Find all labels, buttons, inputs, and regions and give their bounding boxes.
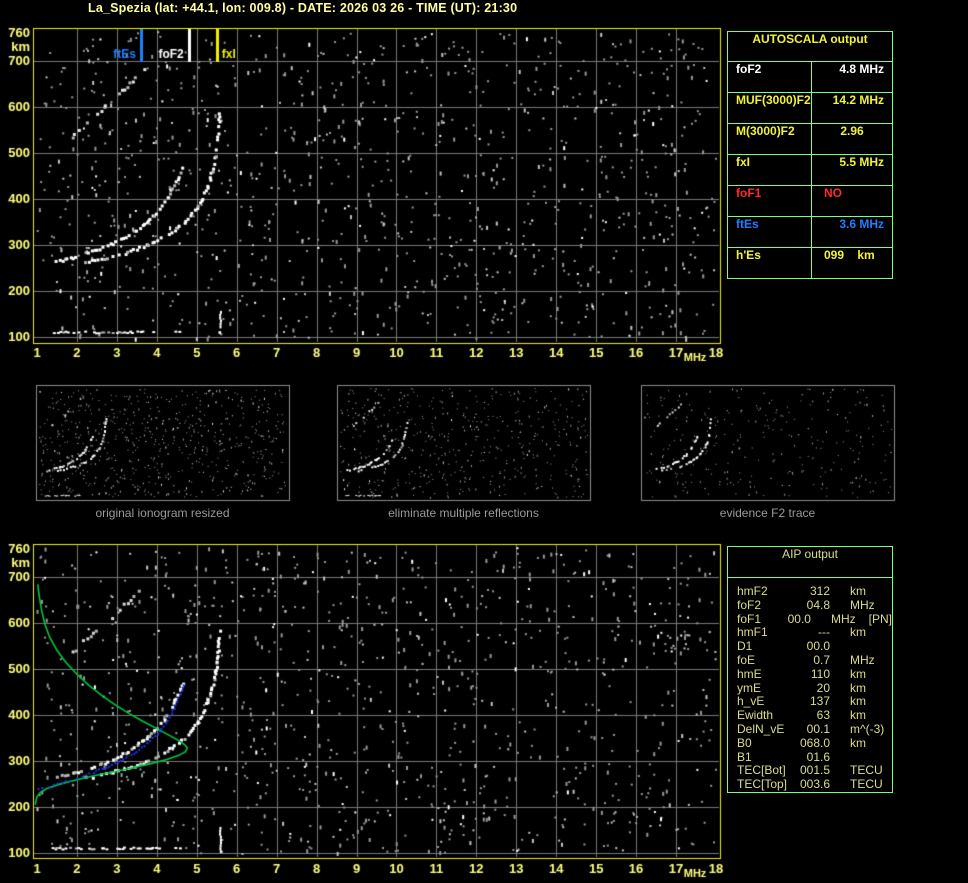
- aip-param-name: foF1: [737, 611, 762, 626]
- aip-param-value: 04.8: [806, 597, 830, 612]
- aip-param-name: hmF2: [737, 584, 768, 598]
- aip-param-unit: km: [850, 666, 866, 681]
- aip-param-value: 20: [816, 680, 830, 695]
- aip-param-name: ymE: [737, 680, 761, 695]
- aip-param-value: 00.1: [806, 721, 830, 736]
- panel-caption-original-ionogram: original ionogram resized: [95, 506, 230, 520]
- aip-param-value: 110: [810, 666, 830, 681]
- aip-row-foF1: foF1 00.0 MHz [PN]: [737, 612, 892, 626]
- aip-row-ymE: ymE 20 km: [737, 681, 892, 695]
- aip-row-TECBot: TEC[Bot] 001.5 TECU: [737, 763, 892, 777]
- aip-param-name: hmE: [737, 666, 762, 681]
- aip-row-B1: B1 01.6: [737, 750, 892, 764]
- aip-param-unit: TECU: [850, 777, 883, 792]
- aip-param-unit: km: [850, 680, 866, 695]
- autoscala-param-value: NO: [824, 186, 842, 200]
- aip-param-unit: [830, 639, 850, 653]
- aip-param-value: 068.0: [799, 735, 830, 750]
- aip-param-unit: MHz: [850, 597, 875, 612]
- aip-param-unit: km: [850, 708, 866, 723]
- autoscala-row-fxI: fxI 5.5 MHz: [728, 155, 892, 186]
- aip-param-value: 001.5: [799, 763, 830, 778]
- aip-param-name: DelN_vE: [737, 721, 785, 736]
- autoscala-param-value: 4.8 MHz: [839, 62, 884, 76]
- aip-param-unit: km: [850, 584, 866, 598]
- aip-table-title: AIP output: [728, 547, 892, 578]
- aip-param-value: 00.0: [787, 611, 811, 626]
- autoscala-row-foF1: foF1 NO: [728, 186, 892, 217]
- aip-param-unit: km: [850, 735, 866, 750]
- autoscala-row-MUF3000F2: MUF(3000)F2 14.2 MHz: [728, 93, 892, 124]
- aip-row-foE: foE 0.7 MHz: [737, 653, 892, 667]
- aip-param-name: B1: [737, 749, 752, 764]
- aip-param-unit: km: [850, 625, 866, 640]
- aip-table-rows: hmF2 312 km foF2 04.8 MHz foF1 00.0 MHz [PN] hmF1-…: [728, 578, 892, 791]
- aip-param-unit: TECU: [850, 763, 883, 778]
- aip-row-hvE: h_vE 137 km: [737, 694, 892, 708]
- aip-row-B0: B0 068.0 km: [737, 736, 892, 750]
- aip-param-name: Ewidth: [737, 708, 774, 723]
- aip-row-hmF2: hmF2 312 km: [737, 584, 892, 598]
- autoscala-param-name: MUF(3000)F2: [728, 93, 812, 123]
- aip-param-unit: m^(-3): [850, 721, 885, 736]
- autoscala-row-hEs: h'Es 099 km: [728, 248, 892, 278]
- panel-caption-eliminate-reflections: eliminate multiple reflections: [388, 506, 539, 520]
- autoscala-param-value: 14.2 MHz: [832, 93, 884, 107]
- autoscala-param-value: 3.6 MHz: [839, 217, 884, 231]
- aip-row-TECTop: TEC[Top] 003.6 TECU: [737, 777, 892, 791]
- aip-param-unit: MHz: [850, 652, 875, 667]
- autoscala-param-name: foF1: [728, 186, 812, 216]
- autoscala-param-name: fxI: [728, 155, 812, 185]
- aip-param-value: 0.7: [813, 652, 830, 667]
- autoscala-row-M3000F2: M(3000)F2 2.96: [728, 124, 892, 155]
- autoscala-param-value: 5.5 MHz: [839, 155, 884, 169]
- aip-param-name: foE: [737, 652, 756, 667]
- autoscala-param-name: ftEs: [728, 217, 812, 247]
- aip-param-unit: [830, 750, 850, 764]
- autoscala-param-value: 099 km: [824, 248, 875, 262]
- aip-param-flag: [PN]: [868, 611, 892, 626]
- autoscala-row-ftEs: ftEs 3.6 MHz: [728, 217, 892, 248]
- aip-param-value: 137: [809, 694, 830, 709]
- aip-param-name: TEC[Top]: [737, 777, 788, 792]
- aip-param-value: 63: [816, 708, 830, 723]
- aip-param-unit: MHz: [830, 611, 856, 626]
- autoscala-table-title: AUTOSCALA output: [728, 32, 892, 62]
- aip-param-value: 01.6: [806, 749, 830, 764]
- panel-caption-evidence-f2-trace: evidence F2 trace: [719, 506, 816, 520]
- aip-row-hmE: hmE 110 km: [737, 667, 892, 681]
- autoscala-screen: { "title": "La_Spezia (lat: +44.1, lon: …: [0, 0, 968, 883]
- aip-row-D1: D1 00.0: [737, 639, 892, 653]
- autoscala-row-foF2: foF2 4.8 MHz: [728, 62, 892, 93]
- aip-param-name: D1: [737, 639, 753, 654]
- aip-param-value: 003.6: [799, 777, 830, 792]
- aip-param-name: B0: [737, 735, 752, 750]
- aip-param-name: hmF1: [737, 625, 768, 640]
- autoscala-param-name: h'Es: [728, 248, 812, 278]
- aip-param-name: h_vE: [737, 694, 765, 709]
- autoscala-param-value: 2.96: [840, 124, 864, 138]
- aip-row-Ewidth: Ewidth 63 km: [737, 708, 892, 722]
- autoscala-param-name: foF2: [728, 62, 812, 92]
- aip-output-table: AIP output hmF2 312 km foF2 04.8 MHz foF1 00.0 M…: [727, 546, 893, 793]
- autoscala-param-name: M(3000)F2: [728, 124, 812, 154]
- page-title: La_Spezia (lat: +44.1, lon: 009.8) - DAT…: [88, 1, 518, 15]
- aip-param-value: 312: [809, 584, 830, 598]
- autoscala-table-rows: foF2 4.8 MHz MUF(3000)F2 14.2 MHz M(3000)F2 2…: [728, 62, 892, 278]
- aip-row-foF2: foF2 04.8 MHz: [737, 598, 892, 612]
- aip-param-value: 00.0: [806, 639, 830, 654]
- aip-param-value: ---: [818, 625, 830, 640]
- aip-row-DelNvE: DelN_vE 00.1 m^(-3): [737, 722, 892, 736]
- autoscala-output-table: AUTOSCALA output foF2 4.8 MHz MUF(3000)F2 1…: [727, 31, 893, 279]
- aip-param-name: TEC[Bot]: [737, 763, 786, 778]
- aip-param-name: foF2: [737, 597, 762, 612]
- aip-param-unit: km: [850, 694, 866, 709]
- aip-row-hmF1: hmF1 --- km: [737, 625, 892, 639]
